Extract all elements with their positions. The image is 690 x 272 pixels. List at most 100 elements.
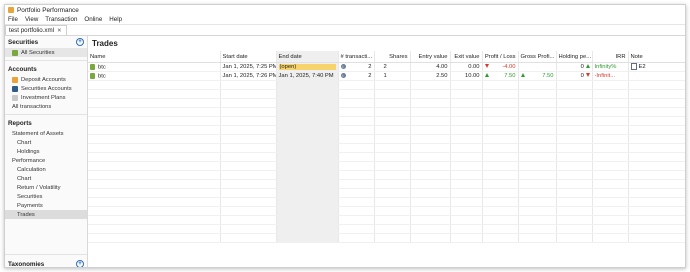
empty-cell — [450, 89, 483, 99]
empty-cell — [592, 80, 629, 90]
empty-cell — [88, 224, 221, 234]
reports-header-label: Reports — [8, 120, 32, 127]
empty-row — [88, 98, 685, 108]
column-header[interactable]: IRR — [592, 51, 629, 63]
empty-cell — [88, 179, 221, 189]
sidebar-item-report[interactable]: Statement of Assets — [5, 129, 87, 138]
empty-cell — [276, 233, 339, 243]
empty-cell — [338, 125, 375, 135]
empty-cell — [220, 107, 277, 117]
taxonomies-section-header: Taxonomies + — [5, 258, 87, 267]
add-taxonomy-icon[interactable]: + — [76, 260, 84, 267]
menu-help[interactable]: Help — [109, 16, 122, 23]
empty-cell — [410, 107, 451, 117]
empty-row — [88, 206, 685, 216]
empty-cell — [220, 170, 277, 180]
column-header[interactable]: Shares — [374, 51, 411, 63]
sidebar-item-report[interactable]: Return / Volatility — [5, 183, 87, 192]
sidebar-item-report[interactable]: Chart — [5, 138, 87, 147]
empty-cell — [276, 152, 339, 162]
column-header[interactable]: Entry value — [410, 51, 451, 63]
sidebar-item-report[interactable]: Chart — [5, 174, 87, 183]
column-header[interactable]: Holding pe... — [556, 51, 593, 63]
empty-cell — [628, 224, 685, 234]
table-cell: btc — [88, 71, 221, 81]
empty-cell — [518, 179, 557, 189]
sidebar-item-report[interactable]: Holdings — [5, 147, 87, 156]
empty-cell — [374, 152, 411, 162]
empty-row — [88, 134, 685, 144]
empty-cell — [628, 152, 685, 162]
sidebar-item-label: Holdings — [17, 148, 40, 155]
add-security-icon[interactable]: + — [76, 38, 84, 46]
column-header[interactable]: Note — [628, 51, 685, 63]
empty-cell — [338, 107, 375, 117]
empty-cell — [450, 224, 483, 234]
empty-cell — [592, 224, 629, 234]
sidebar-item-all-securities[interactable]: All Securities — [5, 48, 87, 57]
column-header[interactable]: Exit value — [450, 51, 483, 63]
empty-cell — [482, 197, 519, 207]
table-row[interactable]: btc Jan 1, 2025, 7:26 PM Jan 1, 2025, 7:40… — [88, 71, 685, 81]
info-icon[interactable]: i — [340, 63, 346, 69]
empty-cell — [592, 188, 629, 198]
empty-cell — [628, 89, 685, 99]
empty-cell — [556, 98, 593, 108]
column-header[interactable]: # transacti... — [338, 51, 375, 63]
table-cell: 1 — [374, 71, 411, 81]
editor-tab-bar: test portfolio.xml ✕ — [5, 24, 685, 36]
empty-cell — [482, 125, 519, 135]
empty-cell — [450, 98, 483, 108]
empty-cell — [410, 152, 451, 162]
cell-value: 7.50 — [504, 73, 516, 79]
empty-cell — [518, 107, 557, 117]
sidebar-item-report[interactable]: Calculation — [5, 165, 87, 174]
empty-row — [88, 80, 685, 90]
sidebar-item-all-transactions[interactable]: All transactions — [5, 102, 87, 111]
empty-cell — [482, 179, 519, 189]
menu-transaction[interactable]: Transaction — [45, 16, 77, 23]
empty-cell — [276, 179, 339, 189]
table-row[interactable]: btc Jan 1, 2025, 7:25 PM (open) i 2 2 4.00 0.00… — [88, 62, 685, 72]
empty-cell — [628, 179, 685, 189]
column-header[interactable]: End date — [276, 51, 339, 63]
table-cell: 7.50 — [518, 71, 557, 81]
empty-cell — [410, 188, 451, 198]
sidebar-item-deposit-accounts[interactable]: Deposit Accounts — [5, 75, 87, 84]
empty-cell — [410, 134, 451, 144]
tab-portfolio-file[interactable]: test portfolio.xml ✕ — [5, 25, 67, 35]
column-header[interactable]: Name — [88, 51, 221, 63]
cell-value: -4.00 — [502, 64, 516, 70]
menu-view[interactable]: View — [25, 16, 38, 23]
column-header[interactable]: Profit / Loss — [482, 51, 519, 63]
empty-cell — [220, 188, 277, 198]
empty-cell — [450, 152, 483, 162]
cell-value: 2 — [368, 72, 372, 79]
empty-cell — [374, 143, 411, 153]
sidebar-item-report[interactable]: Performance — [5, 156, 87, 165]
info-icon[interactable]: i — [340, 72, 346, 78]
menu-online[interactable]: Online — [84, 16, 102, 23]
empty-cell — [88, 161, 221, 171]
sidebar-item-investment-plans[interactable]: Investment Plans — [5, 93, 87, 102]
column-header[interactable]: Gross Profi... — [518, 51, 557, 63]
empty-cell — [410, 143, 451, 153]
empty-cell — [338, 188, 375, 198]
navigation-sidebar: Securities + All Securities Accounts Dep… — [5, 36, 88, 267]
deposit-account-icon — [12, 76, 18, 83]
menu-bar: File View Transaction Online Help — [5, 15, 685, 24]
column-header[interactable]: Start date — [220, 51, 277, 63]
empty-cell — [628, 215, 685, 225]
empty-cell — [410, 125, 451, 135]
empty-cell — [410, 161, 451, 171]
sidebar-item-report[interactable]: Payments — [5, 201, 87, 210]
sidebar-item-report[interactable]: Securities — [5, 192, 87, 201]
empty-cell — [450, 125, 483, 135]
sidebar-item-report[interactable]: Trades — [5, 210, 87, 219]
menu-file[interactable]: File — [8, 16, 18, 23]
empty-cell — [450, 116, 483, 126]
close-icon[interactable]: ✕ — [57, 28, 62, 34]
empty-cell — [592, 134, 629, 144]
empty-cell — [450, 215, 483, 225]
sidebar-item-securities-accounts[interactable]: Securities Accounts — [5, 84, 87, 93]
